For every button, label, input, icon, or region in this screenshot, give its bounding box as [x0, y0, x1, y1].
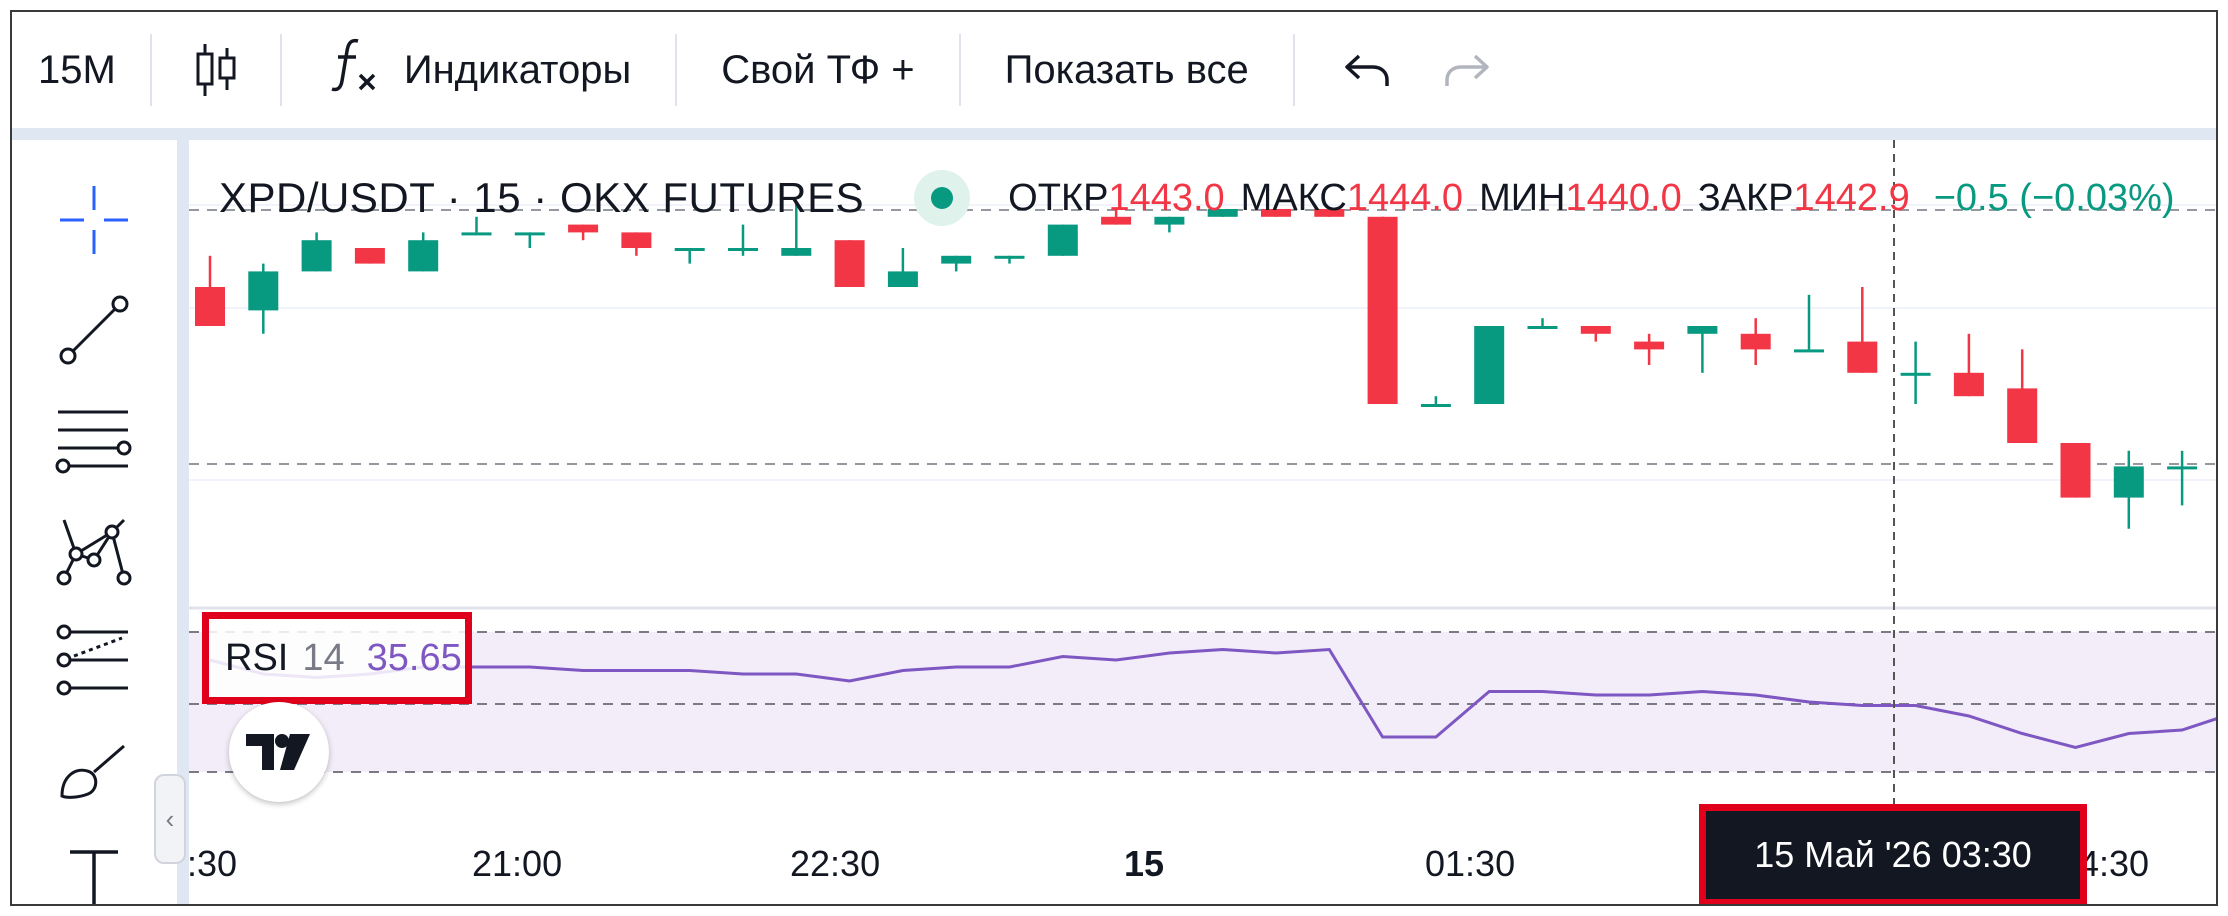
- time-tick: :30: [187, 843, 238, 884]
- brush-icon: [54, 732, 134, 813]
- candle-body: [1527, 326, 1558, 329]
- time-tick: 4:30: [2079, 843, 2150, 884]
- top-toolbar: 15M Индикаторы Свой ТФ + Показать все: [12, 12, 2216, 128]
- candle-body: [1953, 372, 1984, 397]
- high-label: МАКС: [1240, 176, 1347, 219]
- candle-body: [2060, 443, 2091, 498]
- candle-body: [514, 232, 545, 236]
- toolbar-separator: [12, 128, 2216, 140]
- candle-body: [1847, 341, 1878, 373]
- rsi-period: 14: [302, 636, 345, 679]
- candle-body: [248, 271, 279, 311]
- candle-body: [781, 248, 812, 256]
- open-value: 1443.0: [1108, 176, 1225, 219]
- candle-body: [408, 240, 439, 272]
- candle-body: [195, 287, 225, 326]
- time-tick: 15: [1124, 843, 1165, 884]
- candle-body: [834, 240, 865, 287]
- candle-body: [941, 255, 972, 264]
- market-status-icon[interactable]: [914, 170, 971, 226]
- projection-icon: [54, 622, 134, 703]
- indicators-button[interactable]: Индикаторы: [282, 12, 675, 128]
- candle-body: [461, 232, 492, 236]
- change-value: −0.5 (−0.03%): [1933, 176, 2175, 219]
- candle-body: [1580, 326, 1611, 334]
- low-value: 1440.0: [1565, 176, 1682, 219]
- high-value: 1444.0: [1346, 176, 1464, 219]
- low-label: МИН: [1479, 176, 1566, 219]
- pattern-icon: [54, 512, 134, 593]
- show-all-label: Показать все: [1004, 47, 1249, 92]
- candle-body: [2113, 466, 2144, 498]
- rsi-band-fill: [189, 632, 2216, 772]
- redo-icon: [1443, 50, 1491, 90]
- redo-button[interactable]: [1417, 12, 1517, 128]
- crosshair-time-text: 15 Май '26 03:30: [1754, 834, 2032, 875]
- candle-body: [1634, 341, 1665, 350]
- chevron-left-icon: ‹: [165, 803, 175, 834]
- candle-body: [1420, 404, 1451, 407]
- symbol-title[interactable]: XPD/USDT · 15 · OKX FUTURES: [219, 174, 864, 222]
- chart-area[interactable]: XPD/USDT · 15 · OKX FUTURES ОТКР 1443.0 …: [187, 140, 2218, 906]
- candle-body: [2007, 388, 2038, 443]
- time-tick: 22:30: [790, 843, 881, 884]
- projection-tool[interactable]: [54, 622, 134, 702]
- rsi-legend[interactable]: RSI 14 35.65: [202, 612, 472, 704]
- collapse-toolbar-button[interactable]: ‹: [154, 774, 186, 864]
- horizontal-lines-icon: [54, 402, 134, 483]
- time-tick: 21:00: [472, 843, 563, 884]
- custom-timeframe-button[interactable]: Свой ТФ +: [677, 12, 958, 128]
- rsi-name: RSI: [225, 636, 289, 679]
- candle-body: [728, 248, 758, 251]
- timeframe-button[interactable]: 15M: [12, 12, 150, 128]
- crosshair-tool[interactable]: [54, 182, 134, 262]
- pattern-tool[interactable]: [54, 512, 134, 592]
- show-all-button[interactable]: Показать все: [961, 12, 1293, 128]
- tradingview-logo[interactable]: [229, 702, 329, 802]
- candle-body: [1740, 333, 1771, 350]
- candle-body: [887, 271, 918, 287]
- close-value: 1442.9: [1793, 176, 1910, 219]
- candle-body: [621, 232, 652, 248]
- chart-type-button[interactable]: [152, 12, 280, 128]
- candle-body: [1687, 326, 1718, 334]
- app-frame: 15M Индикаторы Свой ТФ + Показать все XP…: [10, 10, 2218, 906]
- candle-body: [354, 248, 385, 264]
- trend-line-icon: [56, 292, 132, 373]
- crosshair-time-label: 15 Май '26 03:30: [1699, 804, 2087, 904]
- candle-body: [1794, 349, 1824, 353]
- undo-button[interactable]: [1295, 12, 1417, 128]
- undo-icon: [1343, 50, 1391, 90]
- text-tool[interactable]: [54, 842, 134, 904]
- drawing-toolbar: [12, 140, 177, 904]
- trend-line-tool[interactable]: [54, 292, 134, 372]
- function-icon: [328, 35, 380, 105]
- rsi-value: 35.65: [366, 636, 462, 679]
- time-tick: 01:30: [1425, 843, 1516, 884]
- candle-body: [1367, 216, 1398, 404]
- brush-tool[interactable]: [54, 732, 134, 812]
- price-legend: XPD/USDT · 15 · OKX FUTURES ОТКР 1443.0 …: [219, 170, 2191, 226]
- candle-body: [2167, 466, 2198, 470]
- horizontal-lines-tool[interactable]: [54, 402, 134, 482]
- price-chart[interactable]: [189, 140, 2218, 906]
- crosshair-icon: [56, 182, 132, 263]
- candle-body: [1474, 326, 1505, 404]
- candle-body: [1900, 372, 1931, 376]
- candle-body: [1047, 224, 1078, 256]
- timeframe-label: 15M: [38, 47, 116, 92]
- indicators-label: Индикаторы: [403, 47, 632, 92]
- tradingview-logo-icon: [246, 734, 310, 770]
- candle-body: [301, 240, 332, 272]
- text-icon: [56, 842, 132, 904]
- custom-tf-label: Свой ТФ +: [721, 47, 915, 92]
- close-label: ЗАКР: [1697, 176, 1794, 219]
- candles-icon: [194, 42, 238, 98]
- candle-body: [674, 248, 705, 251]
- candle-body: [994, 255, 1025, 259]
- open-label: ОТКР: [1008, 176, 1109, 219]
